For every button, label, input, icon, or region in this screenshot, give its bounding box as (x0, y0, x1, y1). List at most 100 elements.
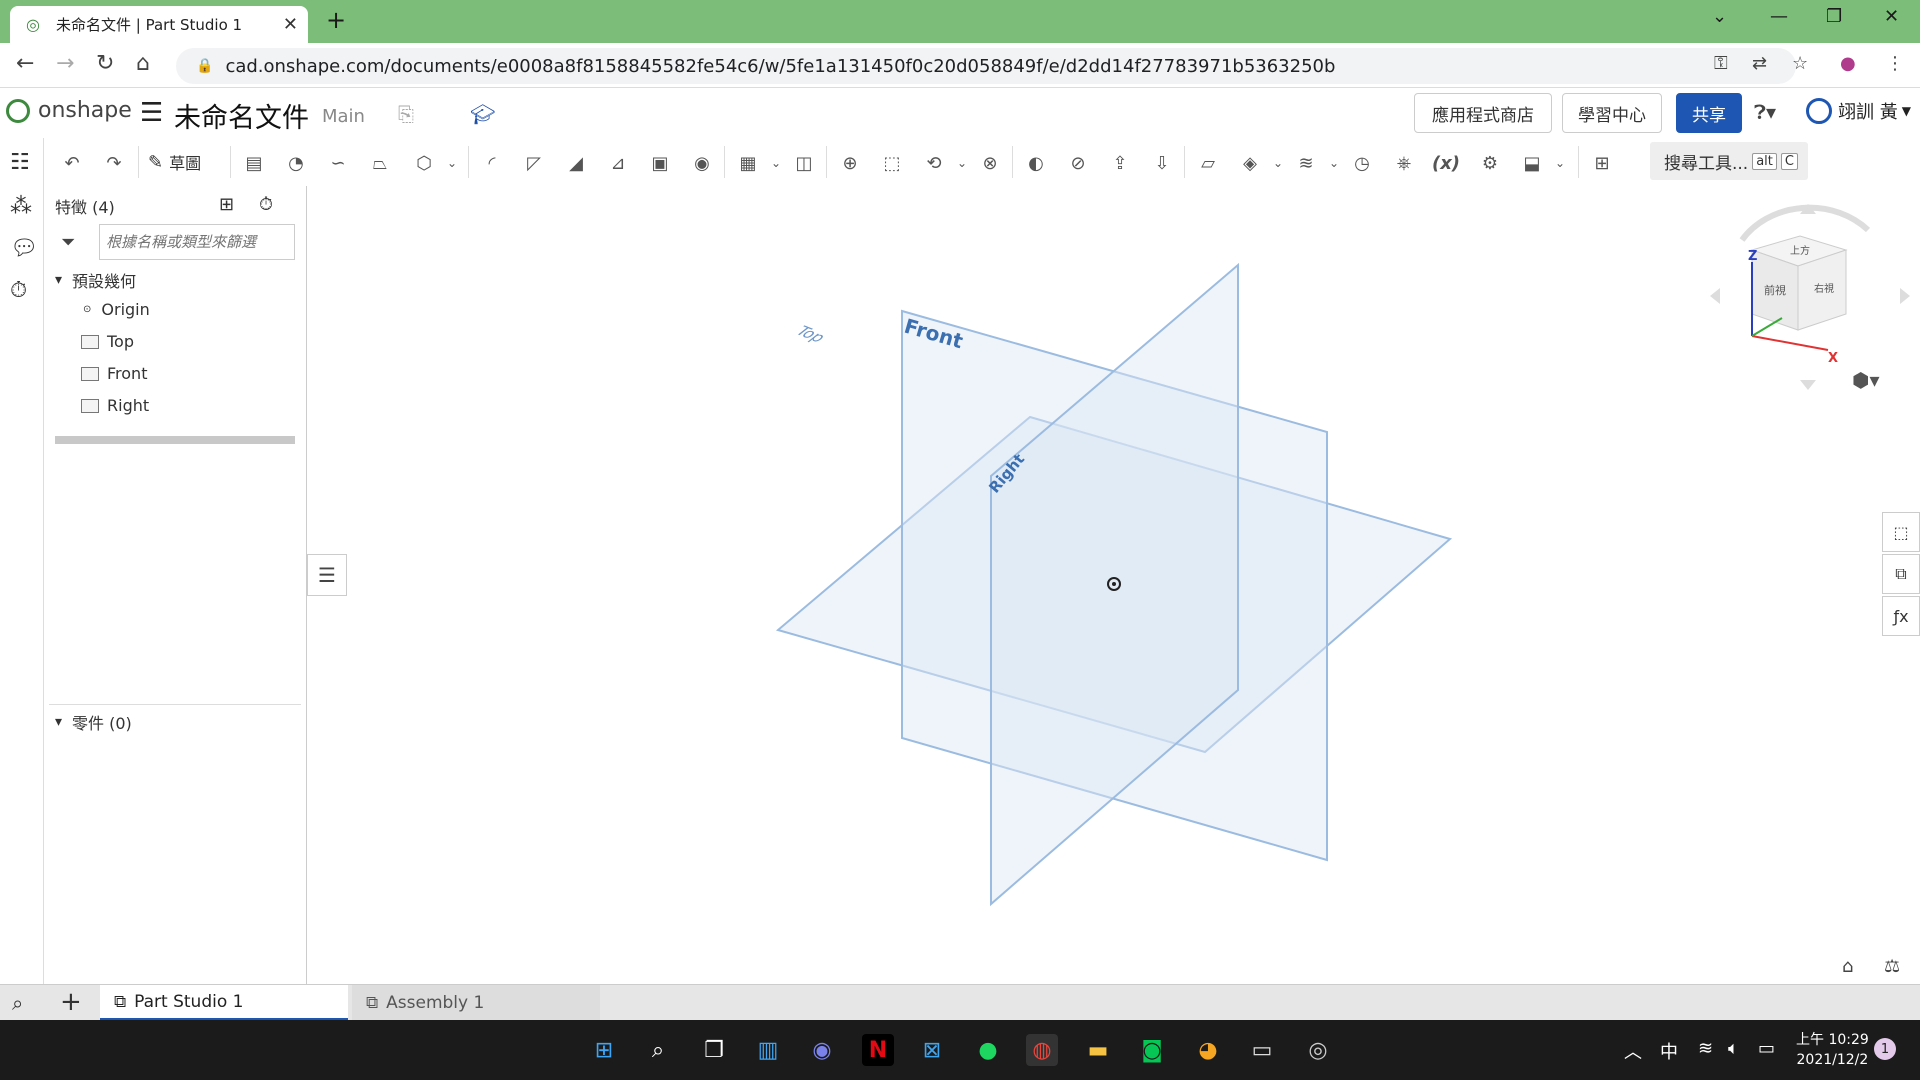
helix-icon[interactable]: ≋ (1292, 150, 1320, 176)
arrow-left-icon[interactable] (1710, 288, 1720, 304)
home-icon[interactable]: ⌂ (136, 51, 150, 76)
feature-list-icon[interactable]: ☷ (10, 150, 30, 175)
sketch-button[interactable]: ✎ 草圖 (148, 150, 201, 174)
close-tab-icon[interactable]: ✕ (283, 14, 298, 35)
appearance-panel-button[interactable]: ⬚ (1882, 512, 1920, 552)
view-cube[interactable]: 上方 前視 右視 Z X (1710, 200, 1910, 400)
custom-features-icon[interactable]: ⬓ (1518, 150, 1546, 176)
units-icon[interactable]: ⚖ (1884, 956, 1900, 977)
share-button[interactable]: 共享 (1676, 93, 1742, 133)
extrude-icon[interactable]: ▤ (240, 150, 268, 176)
front-plane[interactable] (901, 309, 1328, 862)
tree-item-top[interactable]: Top (81, 332, 134, 351)
parts-folder[interactable]: ▾ 零件 (0) (55, 710, 132, 734)
panel-divider[interactable] (49, 704, 301, 705)
configurations-icon[interactable]: ⚙ (1476, 150, 1504, 176)
branch-name[interactable]: Main (322, 106, 365, 127)
teams-chat-icon[interactable]: ◉ (806, 1034, 838, 1066)
replace-face-icon[interactable]: ⇩ (1148, 150, 1176, 176)
modify-fillet-icon[interactable]: ◐ (1022, 150, 1050, 176)
restore-icon[interactable]: ❐ (1826, 6, 1842, 27)
variable-fx-icon[interactable]: (x) (1432, 150, 1460, 176)
boolean-icon[interactable]: ⊕ (836, 150, 864, 176)
tray-chevron-icon[interactable]: ︿ (1624, 1038, 1642, 1064)
chamfer-icon[interactable]: ◸ (520, 150, 548, 176)
volume-icon[interactable]: 🔈︎ (1728, 1038, 1739, 1059)
add-element-icon[interactable]: + (60, 987, 82, 1017)
mirror-icon[interactable]: ◫ (790, 150, 818, 176)
search-tabs-icon[interactable]: ⌕ (12, 991, 23, 1015)
draft-icon[interactable]: ◢ (562, 150, 590, 176)
learning-center-button[interactable]: 學習中心 (1562, 93, 1662, 133)
notification-badge[interactable]: 1 (1874, 1038, 1896, 1060)
tab-assembly-1[interactable]: ⧉ Assembly 1 (352, 985, 600, 1021)
menu-kebab-icon[interactable]: ⋮ (1886, 53, 1904, 74)
hole-icon[interactable]: ◉ (688, 150, 716, 176)
tree-item-front[interactable]: Front (81, 364, 147, 383)
right-plane[interactable] (990, 262, 1239, 907)
filter-input[interactable] (99, 224, 295, 260)
tab-part-studio-1[interactable]: ⧉ Part Studio 1 (100, 985, 348, 1021)
app-icon[interactable]: ◎ (1302, 1034, 1334, 1066)
chevron-down-icon[interactable]: ⌄ (762, 150, 790, 176)
mate-connector-icon[interactable]: ◈ (1236, 150, 1264, 176)
onshape-logo[interactable]: onshape (6, 98, 132, 123)
start-icon[interactable]: ⊞ (588, 1034, 620, 1066)
task-view-icon[interactable]: ❐ (698, 1034, 730, 1066)
view-options-icon[interactable]: ⬢▾ (1852, 368, 1880, 392)
delete-part-icon[interactable]: ⊗ (976, 150, 1004, 176)
comments-icon[interactable]: 💬︎ (10, 236, 38, 261)
store-icon[interactable]: ⊠ (916, 1034, 948, 1066)
app-store-button[interactable]: 應用程式商店 (1414, 93, 1552, 133)
view-cube-svg[interactable]: 上方 前視 右視 Z X (1710, 200, 1910, 400)
undo-icon[interactable]: ↶ (58, 150, 86, 176)
variables-panel-button[interactable]: ƒx (1882, 596, 1920, 636)
panel-toggle-button[interactable]: ☰ (307, 554, 347, 596)
transform-icon[interactable]: ⟲ (920, 150, 948, 176)
document-name[interactable]: 未命名文件 (174, 96, 309, 135)
search-icon[interactable]: ⌕ (642, 1034, 674, 1066)
linear-pattern-icon[interactable]: ▦ (734, 150, 762, 176)
bookmark-star-icon[interactable]: ☆ (1792, 53, 1808, 74)
history-icon[interactable]: ⏱︎ (10, 278, 27, 303)
close-window-icon[interactable]: ✕ (1884, 6, 1899, 27)
graduation-cap-icon[interactable]: 🎓︎ (470, 102, 495, 126)
vpn-icon[interactable]: ◕ (1192, 1034, 1224, 1066)
forward-icon[interactable]: → (56, 51, 74, 76)
move-face-icon[interactable]: ⇪ (1106, 150, 1134, 176)
insert-variable-icon[interactable]: ⁂ (10, 194, 32, 219)
url-input[interactable]: 🔒 cad.onshape.com/documents/e0008a8f8158… (176, 48, 1796, 84)
spotify-icon[interactable]: ● (972, 1034, 1004, 1066)
clock[interactable]: 上午 10:29 2021/12/2 (1796, 1030, 1869, 1070)
redo-icon[interactable]: ↷ (100, 150, 128, 176)
profile-icon[interactable]: ● (1840, 53, 1856, 74)
hamburger-menu-icon[interactable]: ☰ (140, 98, 163, 128)
loft-icon[interactable]: ⏢ (366, 150, 394, 176)
rib-icon[interactable]: ⊿ (604, 150, 632, 176)
tree-item-right[interactable]: Right (81, 396, 149, 415)
key-icon[interactable]: ⚿ (1714, 53, 1728, 74)
wifi-icon[interactable]: ≋ (1698, 1038, 1713, 1059)
back-icon[interactable]: ← (16, 51, 34, 76)
widgets-icon[interactable]: ▥ (752, 1034, 784, 1066)
minimize-icon[interactable]: — (1770, 6, 1788, 27)
chevron-down-icon[interactable]: ⌄ (1264, 150, 1292, 176)
chevron-down-icon[interactable]: ⌄ (1320, 150, 1348, 176)
tab-search-chevron-icon[interactable]: ⌄ (1712, 6, 1727, 27)
browser-tab[interactable]: ◎ 未命名文件 | Part Studio 1 ✕ (10, 6, 308, 43)
chevron-down-icon[interactable]: ▾ (55, 714, 62, 730)
chevron-down-icon[interactable]: ⌄ (438, 150, 466, 176)
arrow-right-icon[interactable] (1900, 288, 1910, 304)
default-geometry-folder[interactable]: ▾ 預設幾何 (55, 268, 136, 292)
chevron-down-icon[interactable]: ⌄ (1546, 150, 1574, 176)
parts-panel-button[interactable]: ⧉ (1882, 554, 1920, 594)
tree-item-origin[interactable]: ⊙ Origin (83, 300, 150, 319)
view-tools-icon[interactable]: ⌂ (1842, 956, 1853, 977)
thicken-icon[interactable]: ⬡ (410, 150, 438, 176)
copy-workspace-icon[interactable]: ⎘ (398, 102, 414, 126)
line-icon[interactable]: ◙ (1136, 1034, 1168, 1066)
add-folder-icon[interactable]: ⊞ (219, 194, 234, 215)
lock-icon[interactable]: 🔒 (196, 58, 213, 74)
reload-icon[interactable]: ↻ (96, 51, 114, 76)
sweep-icon[interactable]: ∽ (324, 150, 352, 176)
